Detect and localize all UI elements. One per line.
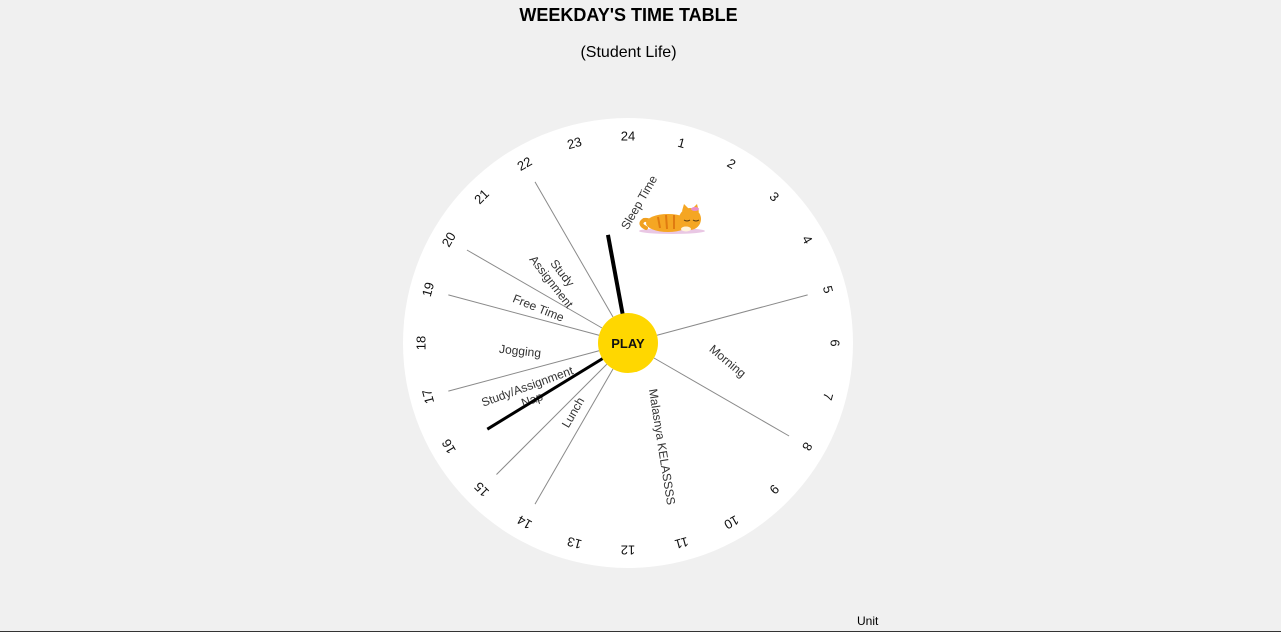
hour-number: 6 (828, 339, 843, 346)
hour-number: 18 (413, 336, 428, 350)
hour-number: 24 (621, 128, 635, 143)
unit-label: Unit (857, 614, 879, 628)
hour-number: 12 (621, 543, 635, 558)
timetable-clock: 24 1234567891011121314151617181920212223 … (403, 118, 853, 568)
play-button[interactable]: PLAY (598, 313, 658, 373)
play-button-label: PLAY (611, 336, 645, 351)
